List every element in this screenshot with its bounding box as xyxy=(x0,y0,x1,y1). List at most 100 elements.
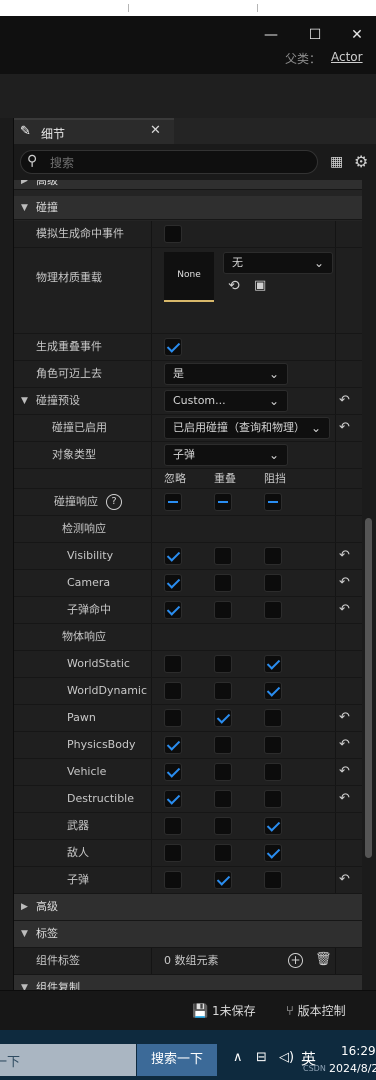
block-checkbox[interactable] xyxy=(264,736,282,754)
chevron-down-icon: ⌄ xyxy=(268,448,279,462)
overlap-checkbox[interactable] xyxy=(214,547,232,565)
overlap-checkbox[interactable] xyxy=(214,601,232,619)
reset-arrow-icon[interactable]: ↶ xyxy=(339,420,350,435)
overlap-checkbox[interactable] xyxy=(214,844,232,862)
scrollbar-thumb[interactable] xyxy=(365,518,372,858)
can-step-up-combo[interactable]: 是 ⌄ xyxy=(164,363,288,385)
phys-material-combo[interactable]: 无 ⌄ xyxy=(223,252,333,274)
speaker-icon[interactable]: ◁) xyxy=(279,1050,294,1065)
trash-icon[interactable]: 🗑 xyxy=(315,952,332,967)
chevron-up-icon[interactable]: ∧ xyxy=(233,1050,243,1065)
block-checkbox[interactable] xyxy=(264,547,282,565)
help-icon[interactable]: ? xyxy=(106,494,122,510)
clock-time[interactable]: 16:29 xyxy=(341,1044,376,1058)
block-checkbox[interactable] xyxy=(264,574,282,592)
block-checkbox[interactable] xyxy=(264,709,282,727)
overlap-checkbox[interactable] xyxy=(214,817,232,835)
viewport-edge xyxy=(0,118,14,990)
top-strip xyxy=(0,0,376,16)
reset-arrow-icon[interactable]: ↶ xyxy=(339,791,350,806)
overlap-checkbox[interactable] xyxy=(214,655,232,673)
reset-arrow-icon[interactable]: ↶ xyxy=(339,764,350,779)
tab-details[interactable]: ✎ 细节 ✕ xyxy=(14,118,174,144)
taskbar-search-input[interactable]: 一下 xyxy=(0,1044,136,1076)
column-divider xyxy=(335,334,336,360)
block-checkbox[interactable] xyxy=(264,817,282,835)
collapse-arrow-icon[interactable]: ▼ xyxy=(21,388,28,414)
all-block-checkbox[interactable] xyxy=(264,493,282,511)
block-checkbox[interactable] xyxy=(264,601,282,619)
response-column-header-row: 忽略 重叠 阻挡 xyxy=(14,469,362,489)
asset-thumbnail[interactable]: None xyxy=(164,252,214,302)
reset-arrow-icon[interactable]: ↶ xyxy=(339,602,350,617)
overlap-checkbox[interactable] xyxy=(214,790,232,808)
overlap-checkbox[interactable] xyxy=(214,574,232,592)
ignore-checkbox[interactable] xyxy=(164,682,182,700)
watermark: CSDN xyxy=(303,1064,326,1073)
collision-presets-combo[interactable]: Custom... ⌄ xyxy=(164,390,288,412)
close-tab-button[interactable]: ✕ xyxy=(150,123,161,138)
category-tags[interactable]: ▼ 标签 xyxy=(14,921,362,948)
ignore-checkbox[interactable] xyxy=(164,763,182,781)
reset-arrow-icon[interactable]: ↶ xyxy=(339,548,350,563)
collision-enabled-combo[interactable]: 已启用碰撞（查询和物理） ⌄ xyxy=(164,417,330,439)
close-window-button[interactable]: ✕ xyxy=(342,24,372,46)
block-checkbox[interactable] xyxy=(264,871,282,889)
unsaved-button[interactable]: 💾 1未保存 xyxy=(192,997,256,1025)
browse-folder-icon[interactable]: ▣ xyxy=(254,278,266,293)
overlap-checkbox[interactable] xyxy=(214,736,232,754)
property-label: 碰撞已启用 xyxy=(52,421,107,434)
taskbar-search-button[interactable]: 搜索一下 xyxy=(137,1044,217,1076)
category-advanced[interactable]: ▶ 高级 xyxy=(14,894,362,921)
ignore-checkbox[interactable] xyxy=(164,601,182,619)
reset-arrow-icon[interactable]: ↶ xyxy=(339,710,350,725)
category-advanced-top[interactable]: ▶ 高级 xyxy=(14,180,362,190)
block-checkbox[interactable] xyxy=(264,790,282,808)
overlap-checkbox[interactable] xyxy=(214,709,232,727)
category-replication[interactable]: ▼ 组件复制 xyxy=(14,975,362,990)
ignore-checkbox[interactable] xyxy=(164,736,182,754)
ignore-checkbox[interactable] xyxy=(164,790,182,808)
magnifier-icon: ⚲ xyxy=(27,153,38,169)
ignore-checkbox[interactable] xyxy=(164,817,182,835)
ignore-checkbox[interactable] xyxy=(164,871,182,889)
overlap-events-checkbox[interactable] xyxy=(164,338,182,356)
reset-arrow-icon[interactable]: ↶ xyxy=(339,737,350,752)
reset-arrow-icon[interactable]: ↶ xyxy=(339,393,350,408)
overlap-checkbox[interactable] xyxy=(214,871,232,889)
category-collision[interactable]: ▼ 碰撞 xyxy=(14,196,362,220)
ignore-checkbox[interactable] xyxy=(164,844,182,862)
all-ignore-checkbox[interactable] xyxy=(164,493,182,511)
ignore-checkbox[interactable] xyxy=(164,547,182,565)
block-checkbox[interactable] xyxy=(264,763,282,781)
block-checkbox[interactable] xyxy=(264,844,282,862)
column-divider xyxy=(335,705,336,731)
clock-date[interactable]: 2024/8/2 xyxy=(329,1062,376,1075)
block-checkbox[interactable] xyxy=(264,682,282,700)
maximize-button[interactable]: ☐ xyxy=(300,24,330,46)
ignore-checkbox[interactable] xyxy=(164,709,182,727)
overlap-checkbox[interactable] xyxy=(214,763,232,781)
overlap-checkbox[interactable] xyxy=(214,682,232,700)
channel-label: Camera xyxy=(67,576,111,589)
category-label: 组件复制 xyxy=(36,981,80,990)
block-checkbox[interactable] xyxy=(264,655,282,673)
ignore-checkbox[interactable] xyxy=(164,655,182,673)
gear-icon[interactable]: ⚙ xyxy=(354,152,368,171)
search-input[interactable]: ⚲ 搜索 xyxy=(20,150,318,174)
use-selected-icon[interactable]: ⟲ xyxy=(228,278,240,294)
network-icon[interactable]: ⊟ xyxy=(256,1050,267,1065)
object-type-combo[interactable]: 子弹 ⌄ xyxy=(164,444,288,466)
vertical-scrollbar[interactable] xyxy=(362,180,376,990)
ignore-checkbox[interactable] xyxy=(164,574,182,592)
parent-class-link[interactable]: Actor xyxy=(331,50,363,64)
sim-hit-events-checkbox[interactable] xyxy=(164,225,182,243)
reset-arrow-icon[interactable]: ↶ xyxy=(339,575,350,590)
minimize-button[interactable]: — xyxy=(256,24,286,46)
column-divider xyxy=(335,543,336,569)
all-overlap-checkbox[interactable] xyxy=(214,493,232,511)
table-view-icon[interactable]: ▦ xyxy=(330,154,343,170)
source-control-button[interactable]: ⑂ 版本控制 xyxy=(286,997,346,1025)
add-element-icon[interactable]: + xyxy=(288,953,303,968)
reset-arrow-icon[interactable]: ↶ xyxy=(339,872,350,887)
